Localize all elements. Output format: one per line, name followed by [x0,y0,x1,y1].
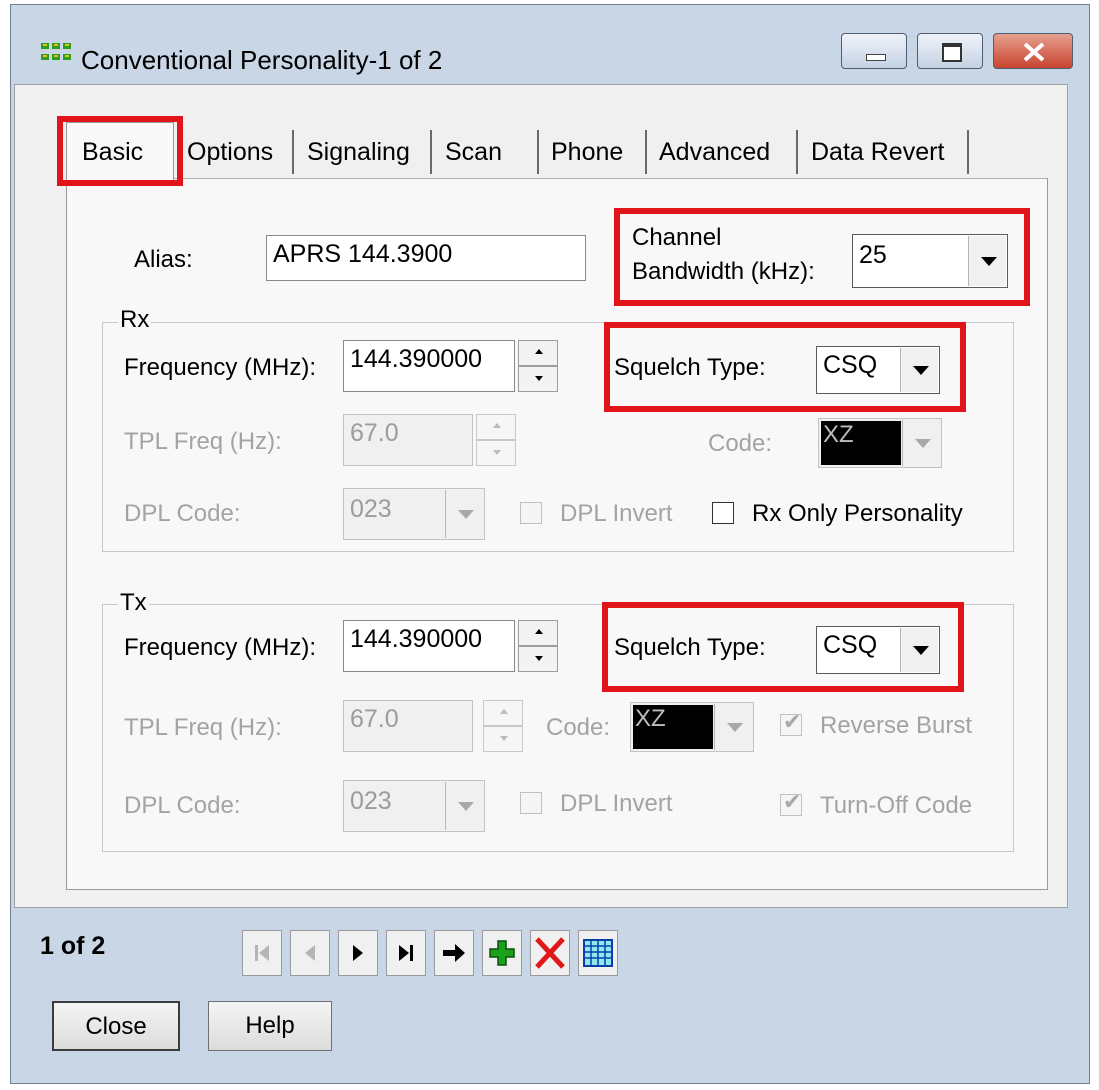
tx-frequency-label: Frequency (MHz): [124,634,317,661]
rx-dpl-invert-checkbox [520,502,542,524]
tab-options[interactable]: Options [187,138,273,167]
first-record-icon [255,945,269,961]
previous-record-button[interactable] [290,930,330,976]
rx-code-select: XZ [818,418,942,468]
window-title: Conventional Personality-1 of 2 [81,45,443,75]
add-record-button[interactable] [482,930,522,976]
minimize-button[interactable] [841,33,907,69]
delete-x-icon [535,937,565,969]
next-record-button[interactable] [338,930,378,976]
reverse-burst-label: Reverse Burst [820,712,973,739]
close-icon [1023,42,1045,62]
alias-label: Alias: [134,246,193,273]
minimize-icon [866,54,886,61]
tx-frequency-spinner[interactable] [518,620,558,672]
next-record-icon [353,945,363,961]
tx-code-label: Code: [546,714,611,741]
record-indicator: 1 of 2 [40,932,106,960]
tx-dpl-invert-label: DPL Invert [560,790,673,817]
goto-record-button[interactable] [434,930,474,976]
tx-frequency-input[interactable]: 144.390000 [343,620,515,672]
highlight-rx-squelch [604,322,966,412]
rx-code-label: Code: [708,430,773,457]
highlight-tx-squelch [602,602,964,692]
delete-record-button[interactable] [530,930,570,976]
tx-code-value: XZ [633,705,713,749]
turn-off-code-label: Turn-Off Code [820,792,973,819]
grid-view-button[interactable] [578,930,618,976]
rx-dpl-code-select: 023 [343,488,485,540]
rx-dpl-invert-label: DPL Invert [560,500,673,527]
last-record-icon [399,945,413,961]
rx-dpl-code-label: DPL Code: [124,500,241,527]
tx-tpl-freq-input: 67.0 [343,700,473,752]
last-record-button[interactable] [386,930,426,976]
table-grid-icon [583,939,613,967]
tab-divider [292,130,294,174]
tab-scan[interactable]: Scan [445,138,502,167]
rx-group-title: Rx [118,306,152,334]
turn-off-code-checkbox: ✔ [780,789,802,816]
rx-frequency-label: Frequency (MHz): [124,354,317,381]
chevron-down-icon [445,782,483,830]
chevron-down-icon [902,420,940,466]
help-button[interactable]: Help [208,1001,332,1051]
tx-dpl-code-value: 023 [350,787,392,815]
close-button[interactable]: Close [52,1001,180,1051]
maximize-button[interactable] [917,33,983,69]
first-record-button[interactable] [242,930,282,976]
rx-tpl-freq-label: TPL Freq (Hz): [124,428,282,455]
plus-icon [489,940,515,966]
chevron-down-icon [714,704,752,750]
rx-tpl-freq-input: 67.0 [343,414,473,466]
rx-tpl-freq-spinner [476,414,516,466]
tx-code-select: XZ [630,702,754,752]
highlight-channel-bandwidth [614,208,1030,306]
rx-only-personality-checkbox[interactable] [712,502,734,524]
tab-divider [645,130,647,174]
rx-dpl-code-value: 023 [350,495,392,523]
close-window-button[interactable] [993,33,1073,69]
app-grid-icon [41,43,71,60]
tx-dpl-invert-checkbox [520,792,542,814]
maximize-icon [942,43,962,62]
rx-code-value: XZ [821,421,901,465]
tab-divider [967,130,969,174]
highlight-basic-tab [57,116,183,186]
arrow-right-icon [443,944,465,962]
rx-frequency-spinner[interactable] [518,340,558,392]
tx-dpl-code-label: DPL Code: [124,792,241,819]
tab-divider [537,130,539,174]
reverse-burst-checkbox: ✔ [780,709,802,736]
tab-advanced[interactable]: Advanced [659,138,770,167]
previous-record-icon [305,945,315,961]
tx-tpl-freq-spinner [483,700,523,752]
chevron-down-icon [445,490,483,538]
tab-data-revert[interactable]: Data Revert [811,138,944,167]
tx-group-title: Tx [118,589,149,617]
alias-input[interactable]: APRS 144.3900 [266,235,586,281]
rx-frequency-input[interactable]: 144.390000 [343,340,515,392]
tab-divider [796,130,798,174]
tab-signaling[interactable]: Signaling [307,138,410,167]
title-bar[interactable]: Conventional Personality-1 of 2 [11,5,1089,85]
tab-phone[interactable]: Phone [551,138,623,167]
tx-tpl-freq-label: TPL Freq (Hz): [124,714,282,741]
tx-dpl-code-select: 023 [343,780,485,832]
tab-divider [430,130,432,174]
rx-only-personality-label: Rx Only Personality [752,500,963,527]
